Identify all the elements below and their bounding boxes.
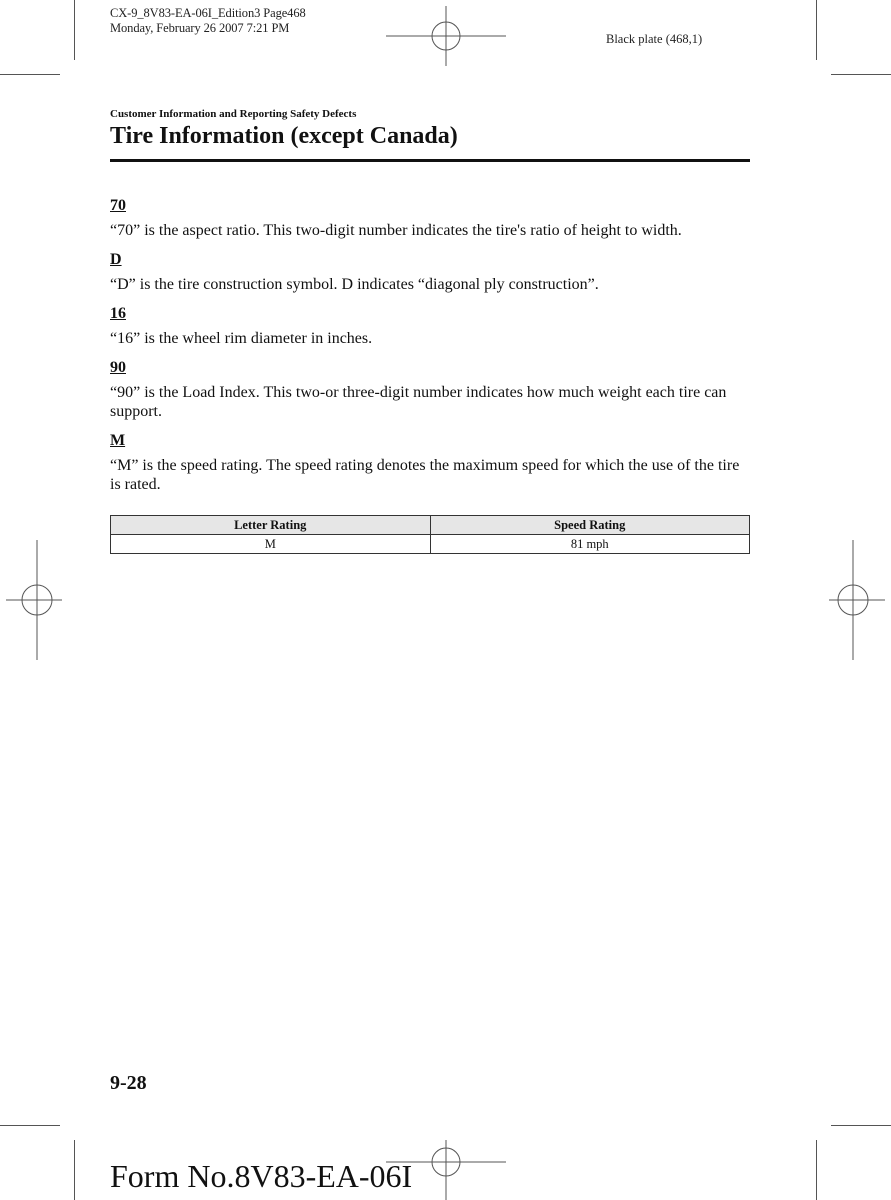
tire-code-entries: 70 “70” is the aspect ratio. This two-di… <box>110 196 750 504</box>
crop-mark-bottom-left-vertical <box>74 1140 75 1200</box>
entry-term: D <box>110 251 122 268</box>
table-row: M 81 mph <box>110 534 750 554</box>
crop-mark-top-left-horizontal <box>0 74 60 75</box>
crop-mark-top-right-horizontal <box>831 74 891 75</box>
cell-letter-rating: M <box>110 534 431 554</box>
print-slug: CX-9_8V83-EA-06I_Edition3 Page468 Monday… <box>110 6 306 36</box>
entry-load-index: 90 “90” is the Load Index. This two-or t… <box>110 358 750 421</box>
entry-construction: D “D” is the tire construction symbol. D… <box>110 250 750 294</box>
column-header-letter-rating: Letter Rating <box>110 515 431 535</box>
entry-speed-rating: M “M” is the speed rating. The speed rat… <box>110 431 750 494</box>
crop-mark-bottom-right-vertical <box>816 1140 817 1200</box>
slug-line-file: CX-9_8V83-EA-06I_Edition3 Page468 <box>110 6 306 20</box>
entry-description: “D” is the tire construction symbol. D i… <box>110 276 599 293</box>
entry-term: M <box>110 432 126 449</box>
crop-mark-bottom-left-horizontal <box>0 1125 60 1126</box>
slug-line-date: Monday, February 26 2007 7:21 PM <box>110 21 290 35</box>
speed-rating-table: Letter Rating Speed Rating M 81 mph <box>110 515 750 554</box>
form-number: Form No.8V83-EA-06I <box>110 1158 413 1194</box>
registration-mark-left-icon <box>6 540 62 660</box>
page-title: Tire Information (except Canada) <box>110 123 458 149</box>
entry-description: “M” is the speed rating. The speed ratin… <box>110 457 740 493</box>
plate-label: Black plate (468,1) <box>606 32 703 46</box>
crop-mark-top-right-vertical <box>816 0 817 60</box>
entry-rim-diameter: 16 “16” is the wheel rim diameter in inc… <box>110 304 750 348</box>
entry-aspect-ratio: 70 “70” is the aspect ratio. This two-di… <box>110 196 750 240</box>
entry-description: “90” is the Load Index. This two-or thre… <box>110 384 727 420</box>
title-rule <box>110 159 750 162</box>
entry-term: 70 <box>110 197 126 214</box>
registration-mark-top-icon <box>386 6 506 66</box>
entry-term: 16 <box>110 305 126 322</box>
column-header-speed-rating: Speed Rating <box>429 515 750 535</box>
section-label: Customer Information and Reporting Safet… <box>110 108 357 120</box>
page-number: 9-28 <box>110 1072 147 1094</box>
crop-mark-top-left-vertical <box>74 0 75 60</box>
entry-description: “70” is the aspect ratio. This two-digit… <box>110 222 682 239</box>
table-header-row: Letter Rating Speed Rating <box>110 515 750 535</box>
crop-mark-bottom-right-horizontal <box>831 1125 891 1126</box>
entry-term: 90 <box>110 359 126 376</box>
registration-mark-right-icon <box>829 540 885 660</box>
cell-speed-rating: 81 mph <box>429 534 750 554</box>
entry-description: “16” is the wheel rim diameter in inches… <box>110 330 373 347</box>
